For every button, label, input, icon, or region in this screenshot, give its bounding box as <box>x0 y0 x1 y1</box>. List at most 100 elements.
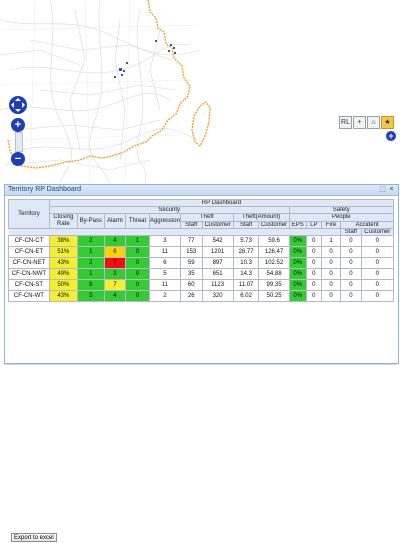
table-row[interactable]: CF-CN-WT 43% 3 4 0 2 26 320 6.02 50.25 0% 0 0 0 0 <box>8 290 395 302</box>
zoom-slider[interactable] <box>15 132 23 152</box>
col-alarm[interactable]: Alarm <box>103 213 127 229</box>
col-theft-customer[interactable]: Customer <box>201 220 234 229</box>
cell-acc-staff: 0 <box>340 290 362 302</box>
export-to-excel-button[interactable]: Export to excel <box>11 533 57 542</box>
cell-lp: 0 <box>305 235 322 247</box>
cell-eps: 0% <box>288 268 307 280</box>
rp-dashboard-table: Territory RP Dashboard Security Safety C… <box>8 199 395 302</box>
cell-threat: 0 <box>125 290 150 302</box>
group-accident: Accident <box>340 220 394 229</box>
table-row[interactable]: CF-CN-NET 43% 2 7 0 6 59 897 10.3 102.52 0% 0 0 0 0 <box>8 257 395 269</box>
col-amount-customer[interactable]: Customer <box>258 220 290 229</box>
col-closing-rate[interactable]: Closing Rate <box>48 213 78 229</box>
taiwan-island <box>191 101 211 148</box>
cell-acc-staff: 0 <box>340 268 362 280</box>
cell-acc-customer: 0 <box>360 268 395 280</box>
cell-aggression: 6 <box>148 257 182 269</box>
col-threat[interactable]: Threat <box>125 213 150 229</box>
table-row[interactable]: CF-CN-ST 50% 8 7 0 11 60 1123 11.07 99.35 0% 0 0 0 0 <box>8 279 395 291</box>
cell-aggression: 2 <box>148 290 182 302</box>
cell-acc-staff: 0 <box>340 246 362 258</box>
cell-theft-staff: 26 <box>180 290 203 302</box>
col-aggression[interactable]: Aggression <box>148 213 182 229</box>
cell-theft-customer: 897 <box>201 257 234 269</box>
cell-amt-customer: 126.47 <box>258 246 290 258</box>
cell-eps: 0% <box>288 246 307 258</box>
cell-acc-customer: 0 <box>360 235 395 247</box>
cell-theft-staff: 153 <box>180 246 203 258</box>
col-lp[interactable]: LP <box>305 220 322 229</box>
cell-theft-staff: 77 <box>180 235 203 247</box>
col-theft-staff[interactable]: Staff <box>180 220 203 229</box>
cell-eps: 0% <box>288 290 307 302</box>
cell-closing-rate: 51% <box>48 246 78 258</box>
cell-eps: 0% <box>288 279 307 291</box>
table-row[interactable]: CF-CN-ET 51% 1 6 0 11 153 1201 28.77 126.47 0% 0 0 0 0 <box>8 246 395 258</box>
cell-closing-rate: 38% <box>48 235 78 247</box>
cell-amt-customer: 54.88 <box>258 268 290 280</box>
cell-territory: CF-CN-NWT <box>8 268 50 280</box>
cell-theft-customer: 1123 <box>201 279 234 291</box>
cell-amt-staff: 5.73 <box>232 235 260 247</box>
pan-tool-icon[interactable]: + <box>353 116 366 129</box>
cell-alarm: 4 <box>103 235 127 247</box>
cell-acc-staff: 0 <box>340 279 362 291</box>
group-theft-amount: Theft(Amount) <box>232 213 290 222</box>
col-bypass[interactable]: By-Pass <box>76 213 105 229</box>
cell-acc-customer: 0 <box>360 257 395 269</box>
cell-theft-customer: 542 <box>201 235 234 247</box>
table-row[interactable]: CF-CN-NWT 49% 1 3 0 5 35 651 14.3 54.88 0% 0 0 0 0 <box>8 268 395 280</box>
cell-fire: 1 <box>320 235 342 247</box>
map-view[interactable]: + − RL + ⌂ ★ + <box>0 0 400 183</box>
cell-closing-rate: 49% <box>48 268 78 280</box>
cell-threat: 0 <box>125 268 150 280</box>
cell-territory: CF-CN-ST <box>8 279 50 291</box>
territory-dashboard-panel: Territory RP Dashboard ⬚ × Territory RP … <box>4 184 399 542</box>
cell-closing-rate: 43% <box>48 290 78 302</box>
col-territory[interactable]: Territory <box>8 199 50 229</box>
maximize-icon[interactable]: ⬚ <box>379 186 386 193</box>
cell-closing-rate: 50% <box>48 279 78 291</box>
cell-acc-customer: 0 <box>360 290 395 302</box>
close-icon[interactable]: × <box>388 186 395 193</box>
cell-theft-staff: 60 <box>180 279 203 291</box>
cell-amt-customer: 59.6 <box>258 235 290 247</box>
expand-panel-icon[interactable]: + <box>386 131 396 141</box>
cell-bypass: 1 <box>76 268 105 280</box>
cell-eps: 0% <box>288 235 307 247</box>
footer-divider <box>4 364 397 365</box>
cell-lp: 0 <box>305 290 322 302</box>
col-fire[interactable]: Fire <box>320 220 342 229</box>
cell-fire: 0 <box>320 279 342 291</box>
cell-theft-staff: 59 <box>180 257 203 269</box>
cell-aggression: 11 <box>148 279 182 291</box>
cell-threat: 0 <box>125 246 150 258</box>
cell-alarm: 6 <box>103 246 127 258</box>
cell-amt-staff: 6.02 <box>232 290 260 302</box>
col-accident-customer[interactable]: Customer <box>360 228 395 236</box>
zoom-out-icon[interactable]: − <box>11 152 25 166</box>
cell-alarm: 4 <box>103 290 127 302</box>
cell-fire: 0 <box>320 268 342 280</box>
table-row[interactable]: CF-CN-CT 38% 2 4 1 3 77 542 5.73 59.6 0% 0 1 0 0 <box>8 235 395 247</box>
col-eps[interactable]: EPS <box>288 220 307 229</box>
cell-fire: 0 <box>320 257 342 269</box>
zoom-in-icon[interactable]: + <box>11 118 25 132</box>
home-tool-icon[interactable]: ⌂ <box>367 116 380 129</box>
cell-bypass: 1 <box>76 246 105 258</box>
favorite-tool-icon[interactable]: ★ <box>381 116 394 129</box>
china-map <box>0 0 211 183</box>
col-accident-staff[interactable]: Staff <box>340 228 362 236</box>
cell-acc-customer: 0 <box>360 279 395 291</box>
col-amount-staff[interactable]: Staff <box>232 220 260 229</box>
cell-lp: 0 <box>305 257 322 269</box>
cell-threat: 1 <box>125 235 150 247</box>
cell-alarm: 7 <box>103 279 127 291</box>
cell-threat: 0 <box>125 257 150 269</box>
ruler-tool-button[interactable]: RL <box>339 116 352 129</box>
group-safety: Safety <box>288 206 395 214</box>
pan-control[interactable] <box>9 96 27 114</box>
cell-aggression: 3 <box>148 235 182 247</box>
cell-bypass: 8 <box>76 279 105 291</box>
group-rp-dashboard: RP Dashboard <box>48 199 395 207</box>
